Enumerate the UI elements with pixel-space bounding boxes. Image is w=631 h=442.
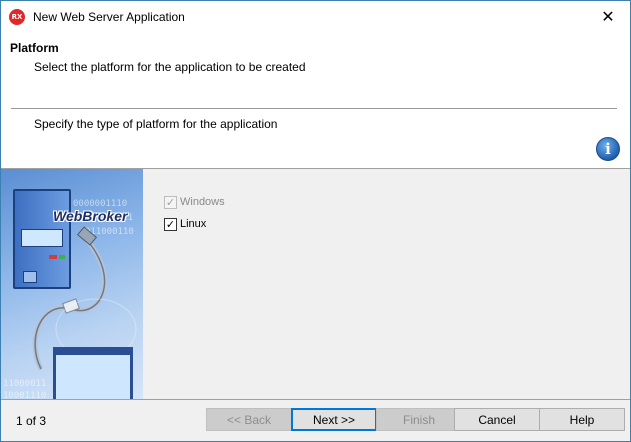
windows-checkbox[interactable]: ✓ — [164, 195, 177, 209]
title-bar: RX New Web Server Application ✕ — [1, 1, 630, 32]
webbroker-illustration: 0000001110 1011100111 011000110 11000011… — [1, 169, 143, 399]
help-button[interactable]: Help — [539, 408, 625, 431]
webbroker-logo: WebBroker — [53, 208, 128, 224]
platform-options: ✓ Windows ✓ Linux — [164, 191, 225, 235]
wizard-footer: 1 of 3 << Back Next >> Finish Cancel Hel… — [1, 400, 630, 441]
page-subtitle: Select the platform for the application … — [34, 60, 306, 74]
window-title: New Web Server Application — [33, 10, 185, 24]
wizard-window: RX New Web Server Application ✕ Platform… — [0, 0, 631, 442]
page-title: Platform — [10, 41, 59, 55]
linux-label: Linux — [180, 218, 207, 230]
page-description: Specify the type of platform for the app… — [34, 117, 278, 131]
linux-option: ✓ Linux — [164, 213, 225, 235]
page-indicator: 1 of 3 — [16, 414, 47, 428]
server-graphic — [13, 189, 71, 289]
header-divider — [11, 108, 617, 109]
linux-checkbox[interactable]: ✓ — [164, 217, 177, 231]
cancel-button[interactable]: Cancel — [454, 408, 540, 431]
back-button[interactable]: << Back — [206, 408, 292, 431]
windows-option: ✓ Windows — [164, 191, 225, 213]
next-button[interactable]: Next >> — [291, 408, 377, 431]
wizard-content: 0000001110 1011100111 011000110 11000011… — [1, 169, 630, 399]
close-button[interactable]: ✕ — [586, 1, 630, 32]
close-icon: ✕ — [601, 7, 615, 26]
windows-label: Windows — [180, 196, 225, 208]
rx-app-icon: RX — [9, 9, 25, 25]
finish-button[interactable]: Finish — [376, 408, 462, 431]
wizard-header: Platform Select the platform for the app… — [1, 32, 630, 169]
info-icon[interactable]: i — [596, 137, 620, 161]
